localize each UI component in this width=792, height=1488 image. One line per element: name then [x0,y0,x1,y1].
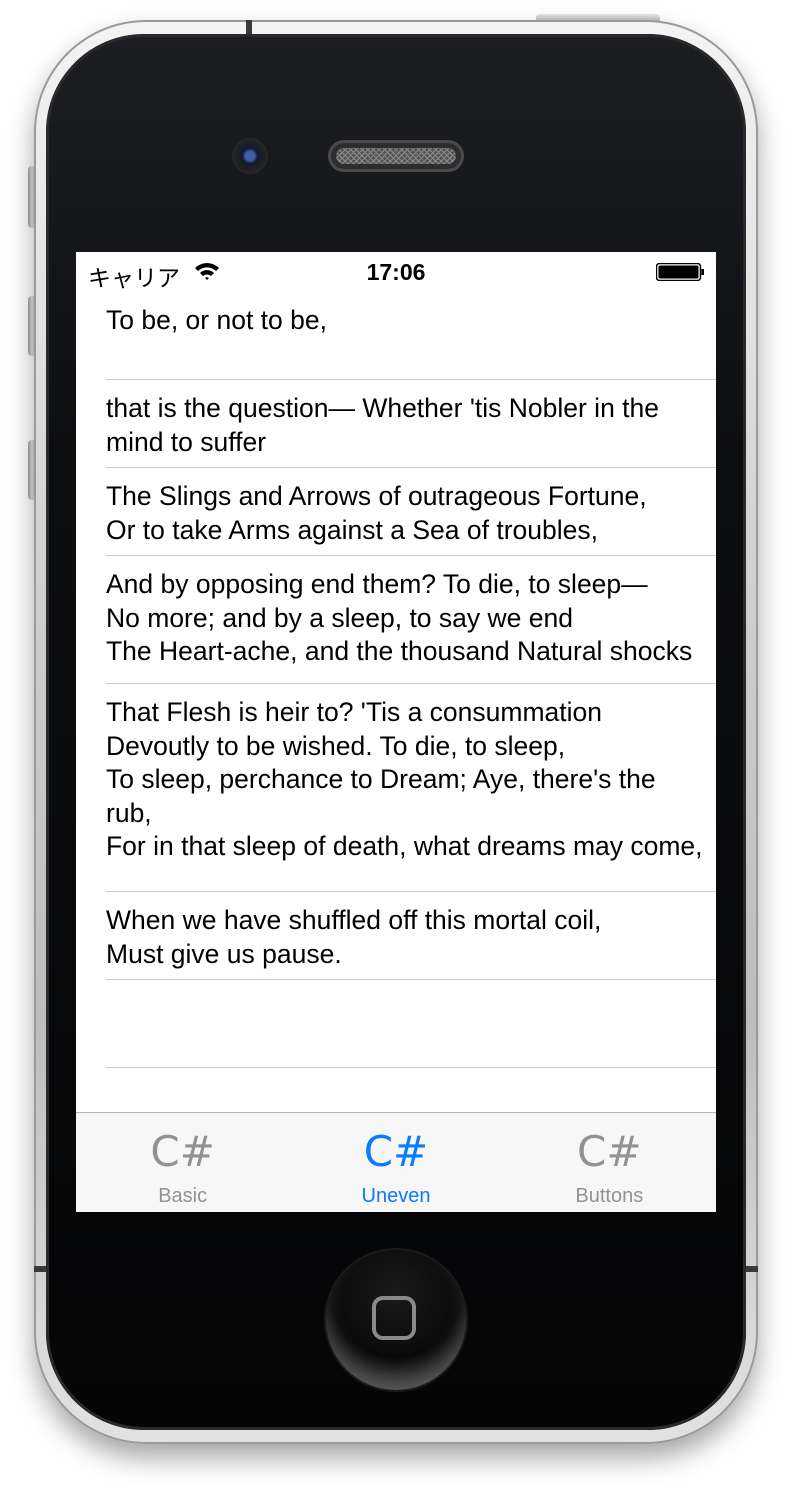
list-item[interactable]: To be, or not to be, [76,292,716,380]
list-item[interactable]: that is the question— Whether 'tis Noble… [76,380,716,468]
list-item-text: When we have shuffled off this mortal co… [106,905,602,969]
battery-icon [656,263,704,281]
home-button[interactable] [326,1250,466,1390]
list-item-text: that is the question— Whether 'tis Noble… [106,393,660,457]
status-time: 17:06 [366,259,426,285]
earpiece-speaker [328,140,464,172]
list-item-text: That Flesh is heir to? 'Tis a consummati… [106,697,703,861]
device-screen: キャリア 17:06 To be, or not to be, that is … [76,252,716,1212]
list-item-text: The Slings and Arrows of outrageous Fort… [106,481,647,545]
list-item-text: To be, or not to be, [106,305,327,335]
tab-label: Buttons [575,1185,644,1207]
tab-bar: C# Basic C# Uneven C# Buttons [76,1112,716,1212]
tab-label: Basic [158,1185,208,1207]
tab-uneven[interactable]: C# Uneven [289,1113,502,1212]
tab-label: Uneven [361,1185,431,1207]
status-bar: キャリア 17:06 [76,252,716,292]
list-item[interactable]: When we have shuffled off this mortal co… [76,892,716,980]
list-item[interactable] [76,980,716,1068]
antenna-band [246,20,252,34]
text-table-view[interactable]: To be, or not to be, that is the questio… [76,292,716,1068]
simulator-stage: キャリア 17:06 To be, or not to be, that is … [0,0,792,1488]
home-square-icon [372,1296,416,1340]
antenna-band [744,1266,758,1272]
csharp-icon: C# [363,1127,429,1176]
tab-buttons[interactable]: C# Buttons [503,1113,716,1212]
csharp-icon: C# [577,1127,642,1176]
list-item-text: And by opposing end them? To die, to sle… [106,569,693,666]
list-item[interactable]: And by opposing end them? To die, to sle… [76,556,716,684]
tab-basic[interactable]: C# Basic [76,1113,289,1212]
list-item[interactable]: The Slings and Arrows of outrageous Fort… [76,468,716,556]
front-camera-icon [232,138,268,174]
list-item[interactable]: That Flesh is heir to? 'Tis a consummati… [76,684,716,892]
csharp-icon: C# [150,1127,215,1176]
